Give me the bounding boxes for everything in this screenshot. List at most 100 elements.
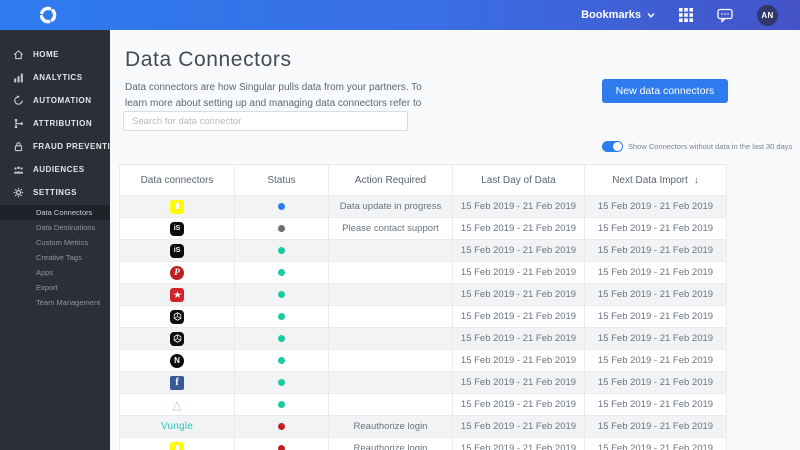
- sidebar-subitem-creative-tags[interactable]: Creative Tags: [0, 250, 110, 265]
- next-data-import-cell: 15 Feb 2019 - 21 Feb 2019: [584, 283, 727, 306]
- connector-row-unity-ads[interactable]: 15 Feb 2019 - 21 Feb 2019 15 Feb 2019 - 2…: [119, 327, 727, 350]
- column-header-label: Status: [267, 174, 296, 186]
- pinterest-logo-icon: P: [170, 265, 184, 280]
- main-content: Data Connectors Data connectors are how …: [110, 30, 800, 450]
- column-header-data-connectors[interactable]: Data connectors: [119, 164, 235, 196]
- chevron-down-icon: [647, 12, 655, 18]
- connector-row-pinterest[interactable]: P 15 Feb 2019 - 21 Feb 2019 15 Feb 2019 - …: [119, 261, 727, 284]
- snapchat-logo-icon: [170, 199, 184, 214]
- status-cell: [234, 349, 329, 372]
- next-data-import-cell: 15 Feb 2019 - 21 Feb 2019: [584, 437, 727, 450]
- last-day-of-data-cell: 15 Feb 2019 - 21 Feb 2019: [452, 393, 585, 416]
- connector-row-vungle[interactable]: Vungle Reauthorize login 15 Feb 2019 - 21 …: [119, 415, 727, 438]
- connector-logo-cell: N: [119, 349, 235, 372]
- status-dot-teal: [278, 400, 285, 408]
- status-dot-red: [278, 422, 285, 430]
- column-header-action-required[interactable]: Action Required: [328, 164, 453, 196]
- last-day-of-data-cell: 15 Feb 2019 - 21 Feb 2019: [452, 349, 585, 372]
- analytics-icon: [13, 72, 24, 83]
- column-header-label: Last Day of Data: [481, 174, 556, 186]
- table-header-row: Data connectors Status Action Required Last…: [119, 164, 727, 196]
- snapchat-logo-icon: [170, 441, 184, 450]
- status-dot-teal: [278, 312, 285, 320]
- sidebar-item-automation[interactable]: AUTOMATION: [0, 89, 110, 112]
- action-required-cell: Reauthorize login: [328, 415, 453, 438]
- sidebar-item-attribution[interactable]: ATTRIBUTION: [0, 112, 110, 135]
- connector-row-tapjoy[interactable]: 15 Feb 2019 - 21 Feb 2019 15 Feb 2019 - 2…: [119, 283, 727, 306]
- ironsource-logo-icon: iS: [170, 243, 184, 258]
- next-data-import-cell: 15 Feb 2019 - 21 Feb 2019: [584, 393, 727, 416]
- status-dot-teal: [278, 268, 285, 276]
- sidebar-item-audiences[interactable]: AUDIENCES: [0, 158, 110, 181]
- action-required-cell: [328, 327, 453, 350]
- action-required-cell: Data update in progress: [328, 195, 453, 218]
- connector-logo-cell: P: [119, 261, 235, 284]
- sidebar-subitem-apps[interactable]: Apps: [0, 265, 110, 280]
- status-cell: [234, 437, 329, 450]
- connector-row-ironsource[interactable]: iS 15 Feb 2019 - 21 Feb 2019 15 Feb 2019 -…: [119, 239, 727, 262]
- last-day-of-data-cell: 15 Feb 2019 - 21 Feb 2019: [452, 437, 585, 450]
- status-cell: [234, 195, 329, 218]
- connector-row-snapchat[interactable]: Data update in progress 15 Feb 2019 - 21 …: [119, 195, 727, 218]
- bookmarks-menu[interactable]: Bookmarks: [581, 9, 655, 21]
- action-required-cell: [328, 371, 453, 394]
- next-data-import-cell: 15 Feb 2019 - 21 Feb 2019: [584, 305, 727, 328]
- chat-icon[interactable]: [717, 8, 733, 23]
- vungle-logo-icon: Vungle: [161, 420, 193, 432]
- tapjoy-logo-icon: [170, 287, 184, 302]
- action-required-cell: Reauthorize login: [328, 437, 453, 450]
- last-day-of-data-cell: 15 Feb 2019 - 21 Feb 2019: [452, 327, 585, 350]
- new-data-connectors-button[interactable]: New data connectors: [602, 79, 728, 103]
- connector-logo-cell: iS: [119, 239, 235, 262]
- connector-row-facebook[interactable]: f 15 Feb 2019 - 21 Feb 2019 15 Feb 2019 - …: [119, 371, 727, 394]
- action-required-cell: [328, 305, 453, 328]
- sidebar-item-label: HOME: [33, 50, 59, 59]
- sidebar-subitem-team-management[interactable]: Team Management: [0, 295, 110, 310]
- avatar[interactable]: AN: [757, 4, 778, 26]
- sidebar-item-settings[interactable]: SETTINGS: [0, 181, 110, 204]
- column-header-label: Data connectors: [140, 174, 214, 186]
- sidebar-item-label: ANALYTICS: [33, 73, 83, 82]
- connector-row-nend[interactable]: N 15 Feb 2019 - 21 Feb 2019 15 Feb 2019 - …: [119, 349, 727, 372]
- next-data-import-cell: 15 Feb 2019 - 21 Feb 2019: [584, 349, 727, 372]
- status-dot-teal: [278, 334, 285, 342]
- last-day-of-data-cell: 15 Feb 2019 - 21 Feb 2019: [452, 261, 585, 284]
- sidebar-item-analytics[interactable]: ANALYTICS: [0, 66, 110, 89]
- next-data-import-cell: 15 Feb 2019 - 21 Feb 2019: [584, 327, 727, 350]
- connector-logo-cell: [119, 327, 235, 350]
- column-header-status[interactable]: Status: [234, 164, 329, 196]
- action-required-cell: [328, 261, 453, 284]
- last-day-of-data-cell: 15 Feb 2019 - 21 Feb 2019: [452, 415, 585, 438]
- apps-grid-icon[interactable]: [679, 8, 693, 22]
- connector-row-applovin[interactable]: △ 15 Feb 2019 - 21 Feb 2019 15 Feb 2019 - …: [119, 393, 727, 416]
- sidebar-nav: HOME ANALYTICS AUTOMATION ATTRIBUTION FRAUD …: [0, 43, 123, 310]
- sidebar: HOME ANALYTICS AUTOMATION ATTRIBUTION FRAUD …: [0, 30, 123, 450]
- connector-logo-cell: △: [119, 393, 235, 416]
- singular-logo-icon[interactable]: [37, 4, 59, 26]
- show-connectors-toggle[interactable]: [602, 141, 623, 152]
- action-required-cell: [328, 393, 453, 416]
- sidebar-item-label: AUTOMATION: [33, 96, 92, 105]
- next-data-import-cell: 15 Feb 2019 - 21 Feb 2019: [584, 371, 727, 394]
- connector-logo-cell: [119, 437, 235, 450]
- status-cell: [234, 327, 329, 350]
- column-header-next-data-import[interactable]: Next Data Import ↓: [584, 164, 727, 196]
- connector-row-snapchat[interactable]: Reauthorize login 15 Feb 2019 - 21 Feb 20…: [119, 437, 727, 450]
- connector-logo-cell: [119, 305, 235, 328]
- sidebar-subitem-export[interactable]: Export: [0, 280, 110, 295]
- connector-row-unity-ads[interactable]: 15 Feb 2019 - 21 Feb 2019 15 Feb 2019 - 2…: [119, 305, 727, 328]
- sidebar-item-fraud-prevention[interactable]: FRAUD PREVENTION: [0, 135, 123, 158]
- avatar-initials: AN: [761, 10, 774, 20]
- connector-row-ironsource[interactable]: iS Please contact support 15 Feb 2019 - 21…: [119, 217, 727, 240]
- sidebar-item-home[interactable]: HOME: [0, 43, 110, 66]
- status-dot-teal: [278, 290, 285, 298]
- action-required-cell: Please contact support: [328, 217, 453, 240]
- search-input[interactable]: [123, 111, 408, 131]
- column-header-last-day-of-data[interactable]: Last Day of Data: [452, 164, 585, 196]
- sidebar-subitem-data-connectors[interactable]: Data Connectors: [0, 205, 110, 220]
- sidebar-subitem-custom-metrics[interactable]: Custom Metrics: [0, 235, 110, 250]
- top-bar: Bookmarks AN: [0, 0, 800, 30]
- connector-logo-cell: f: [119, 371, 235, 394]
- column-header-label: Action Required: [354, 174, 427, 186]
- sidebar-subitem-data-destinations[interactable]: Data Destinations: [0, 220, 110, 235]
